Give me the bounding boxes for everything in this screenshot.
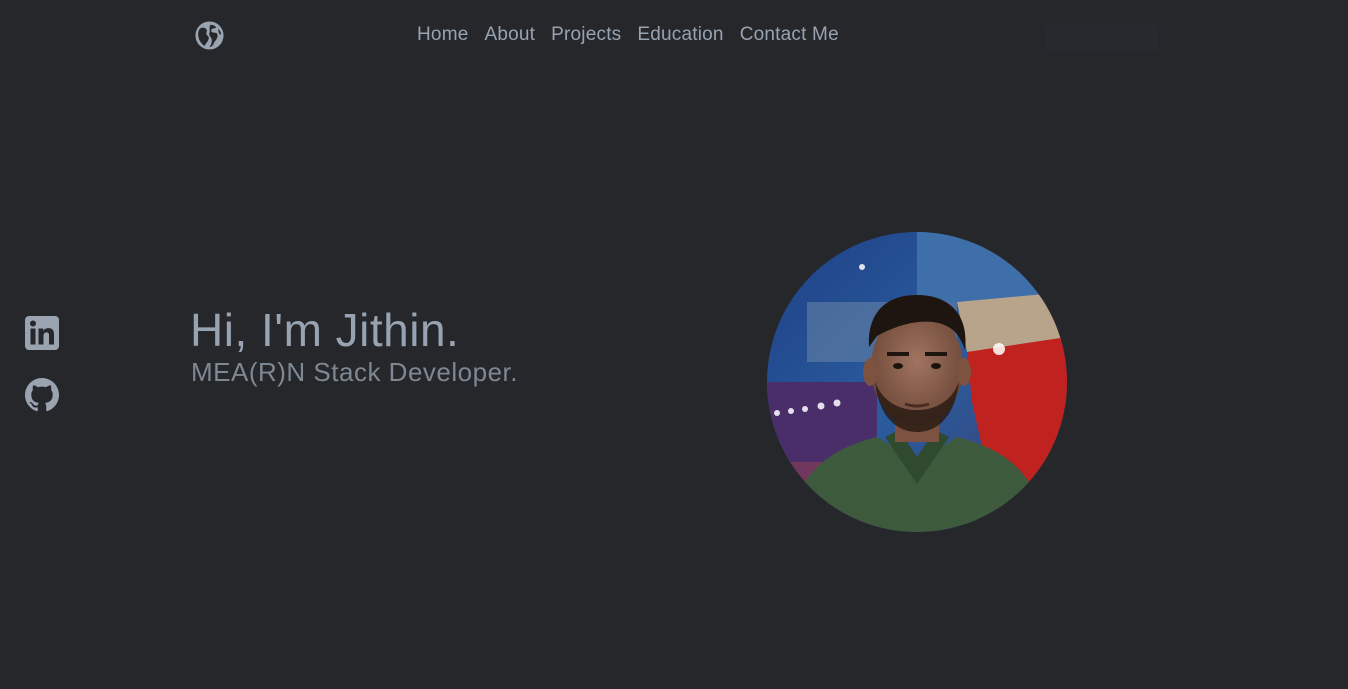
nav-projects[interactable]: Projects (543, 22, 629, 48)
profile-avatar (767, 232, 1067, 532)
social-links (24, 315, 64, 413)
nav-contact-me[interactable]: Contact Me (732, 22, 847, 48)
hero-title: Hi, I'm Jithin. (190, 304, 460, 356)
nav-about[interactable]: About (476, 22, 543, 48)
page: Home About Projects Education Contact Me… (0, 0, 1348, 689)
header-action-button[interactable] (1046, 24, 1158, 52)
nav-education[interactable]: Education (629, 22, 731, 48)
nav-home[interactable]: Home (409, 22, 476, 48)
main-nav: Home About Projects Education Contact Me (409, 22, 847, 48)
globe-icon[interactable] (194, 20, 225, 51)
site-header: Home About Projects Education Contact Me (0, 0, 1348, 70)
github-icon[interactable] (24, 377, 60, 413)
linkedin-icon[interactable] (24, 315, 60, 351)
hero-subtitle: MEA(R)N Stack Developer. (191, 357, 518, 387)
